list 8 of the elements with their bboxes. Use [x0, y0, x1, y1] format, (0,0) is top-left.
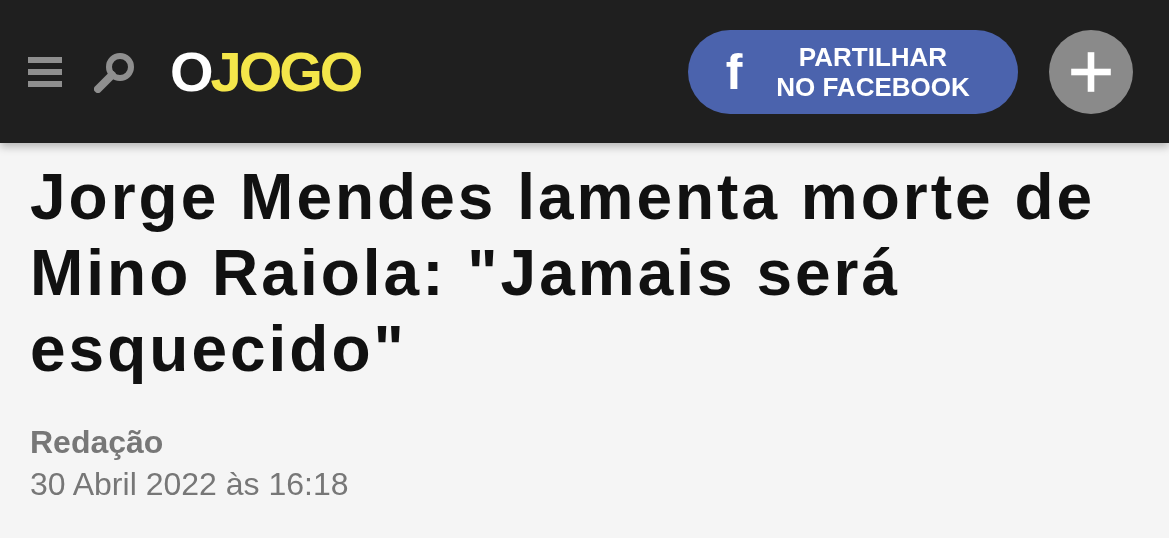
search-icon[interactable] [94, 50, 136, 93]
plus-icon [1069, 49, 1113, 94]
publish-date: 30 Abril 2022 às 16:18 [30, 465, 350, 504]
logo[interactable]: OJOGO [170, 39, 361, 104]
share-facebook-button[interactable]: f PARTILHAR NO FACEBOOK [688, 29, 1018, 114]
menu-icon[interactable] [28, 54, 62, 89]
headline: Jorge Mendes lamenta morte de Mino Raiola: "Jamais será esquecido" [30, 160, 1097, 387]
author: Redação [30, 423, 165, 462]
